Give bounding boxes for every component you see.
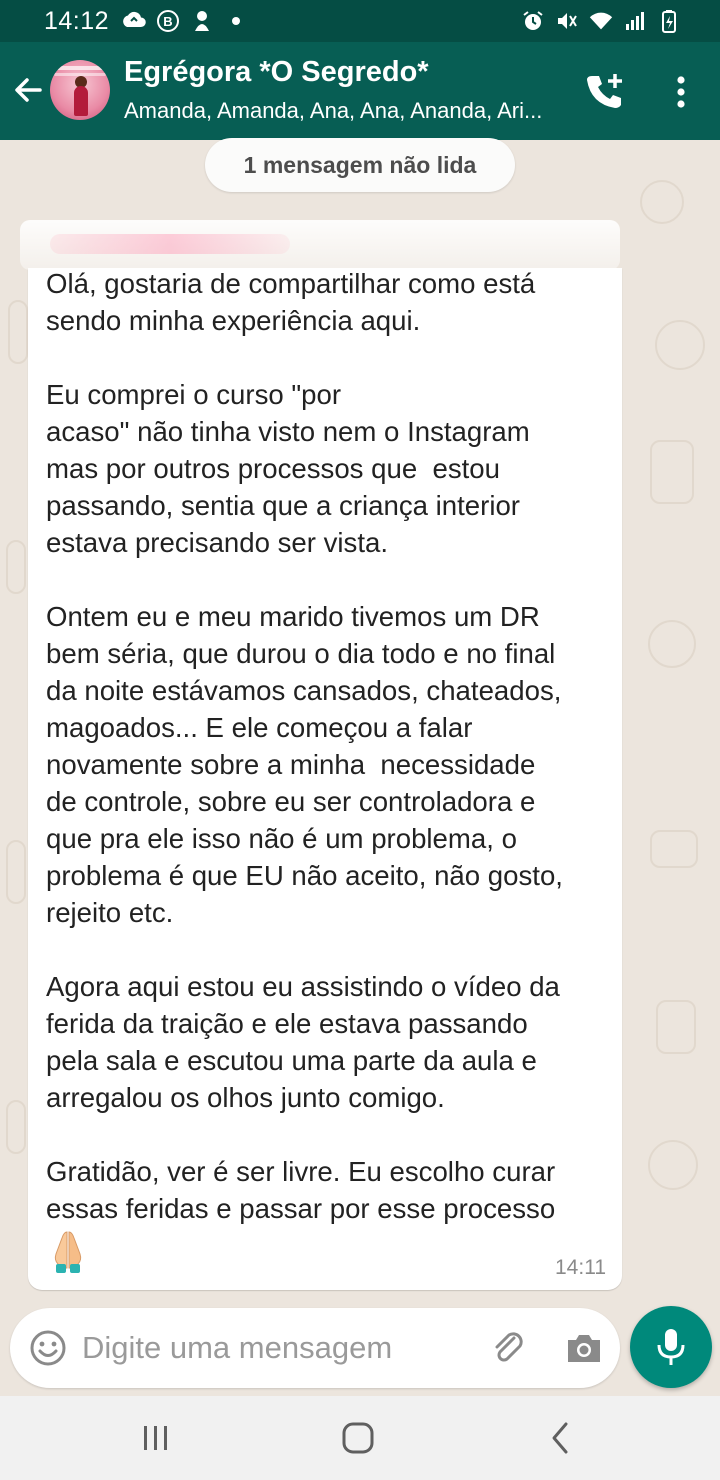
folded-hands-icon [48,1228,88,1274]
cloud-sync-icon [121,8,147,34]
system-nav-bar [0,1396,720,1480]
paperclip-icon [495,1332,523,1362]
chat-header: Egrégora *O Segredo* Amanda, Amanda, Ana… [0,42,720,140]
add-call-button[interactable] [584,70,628,114]
back-button[interactable] [10,72,46,108]
alarm-icon [520,8,546,34]
arrow-back-icon [15,78,42,102]
mute-icon [554,8,580,34]
dot-icon [223,8,249,34]
svg-text:B: B [163,14,172,29]
wifi-icon [588,8,614,34]
battery-icon [656,8,682,34]
group-avatar[interactable] [50,60,110,120]
cat-icon [189,8,215,34]
add-call-icon [587,74,622,108]
previous-message-bubble [20,220,620,270]
nav-back-button[interactable] [544,1418,578,1458]
attach-button[interactable] [488,1328,528,1368]
recents-icon [144,1426,167,1450]
more-vert-icon [677,76,685,108]
mic-icon [657,1329,685,1365]
emoji-icon [30,1330,66,1366]
status-left-icons: B [121,8,249,34]
status-time: 14:12 [44,6,110,35]
status-bar: 14:12 B [0,0,720,42]
status-right-icons [520,0,682,42]
back-icon [552,1422,568,1454]
chat-participants[interactable]: Amanda, Amanda, Ana, Ana, Ananda, Ari... [124,98,564,124]
camera-button[interactable] [564,1328,604,1368]
home-icon [342,1422,374,1454]
message-time: 14:11 [555,1256,606,1279]
signal-icon [622,8,648,34]
emoji-button[interactable] [28,1328,68,1368]
chat-title[interactable]: Egrégora *O Segredo* [124,56,429,89]
camera-icon [568,1335,600,1362]
message-input[interactable] [82,1324,462,1372]
message-bubble[interactable]: Olá, gostaria de compartilhar como está … [28,268,622,1290]
recents-button[interactable] [136,1422,176,1456]
menu-button[interactable] [664,70,698,114]
unread-messages-label: 1 mensagem não lida [205,138,515,192]
mic-button[interactable] [630,1306,712,1388]
b-badge-icon: B [155,8,181,34]
home-button[interactable] [338,1418,378,1458]
message-composer [10,1308,620,1388]
message-text: Olá, gostaria de compartilhar como está … [46,268,563,1224]
